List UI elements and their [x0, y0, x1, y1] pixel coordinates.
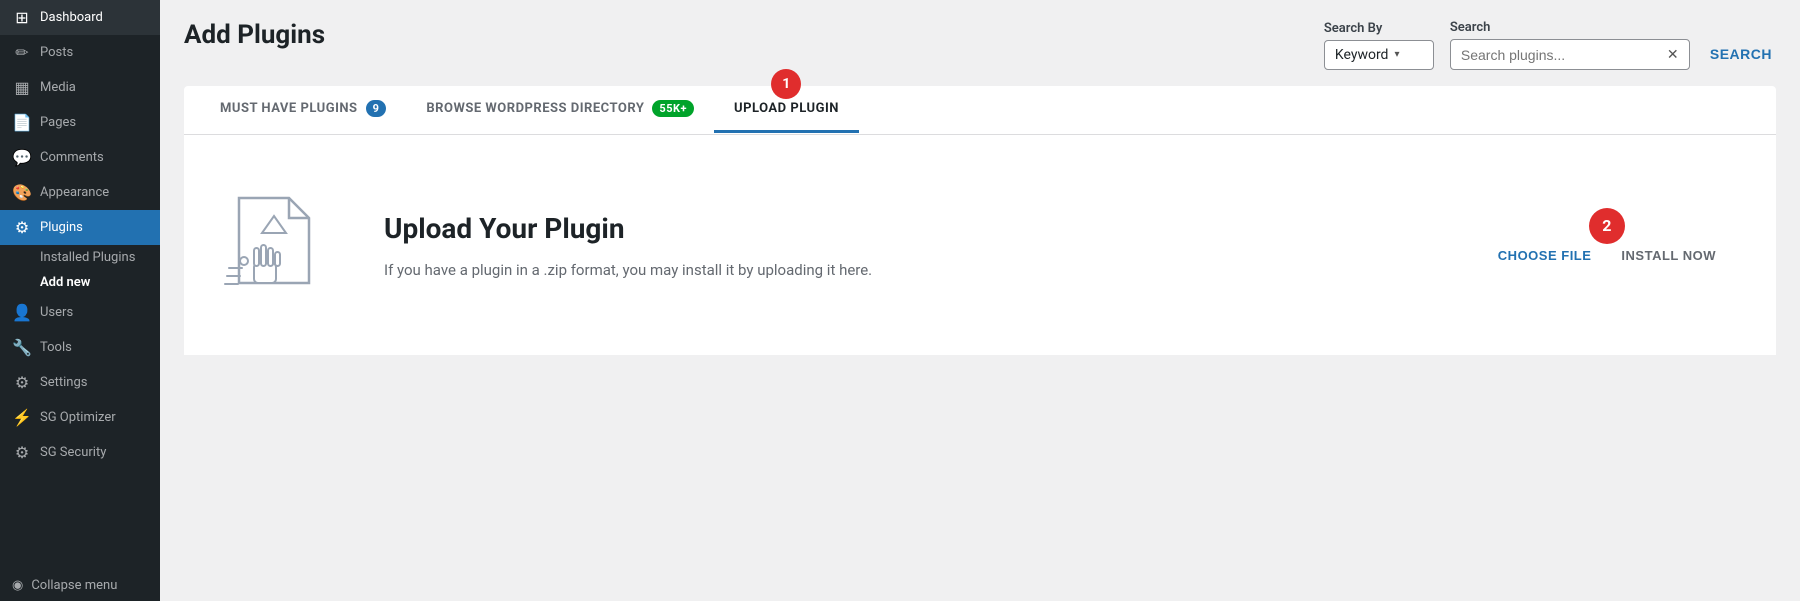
- sidebar-item-pages[interactable]: 📄 Pages: [0, 105, 160, 140]
- comments-icon: 💬: [12, 148, 32, 167]
- sidebar-item-tools[interactable]: 🔧 Tools: [0, 330, 160, 365]
- appearance-icon: 🎨: [12, 183, 32, 202]
- sidebar-item-label: Settings: [40, 375, 87, 390]
- sg-optimizer-icon: ⚡: [12, 408, 32, 427]
- tab-must-have[interactable]: MUST HAVE PLUGINS 9: [200, 86, 406, 134]
- search-group: Search ✕: [1450, 20, 1690, 70]
- install-now-button[interactable]: INSTALL NOW: [1621, 248, 1716, 263]
- sidebar-item-settings[interactable]: ⚙ Settings: [0, 365, 160, 400]
- sidebar-sub-add-new[interactable]: Add new: [0, 270, 160, 295]
- tabs: MUST HAVE PLUGINS 9 BROWSE WORDPRESS DIR…: [184, 86, 1776, 134]
- main-content: Add Plugins Search By Keyword ▾ Search ✕…: [160, 0, 1800, 601]
- sidebar-item-label: Plugins: [40, 220, 83, 235]
- sidebar-item-dashboard[interactable]: ⊞ Dashboard: [0, 0, 160, 35]
- media-icon: ▦: [12, 78, 32, 97]
- choose-file-button[interactable]: CHOOSE FILE: [1498, 248, 1592, 263]
- sidebar-item-label: Dashboard: [40, 10, 103, 25]
- tools-icon: 🔧: [12, 338, 32, 357]
- search-area: Search By Keyword ▾ Search ✕ SEARCH: [1324, 20, 1776, 70]
- plugins-submenu: Installed Plugins Add new: [0, 245, 160, 295]
- collapse-icon: ◉: [12, 578, 23, 593]
- dashboard-icon: ⊞: [12, 8, 32, 27]
- sub-item-label: Add new: [40, 275, 90, 290]
- search-by-group: Search By Keyword ▾: [1324, 21, 1434, 70]
- chevron-down-icon: ▾: [1394, 49, 1399, 60]
- sidebar-item-label: SG Security: [40, 445, 106, 460]
- upload-icon-area: [224, 188, 344, 302]
- sub-item-label: Installed Plugins: [40, 250, 135, 265]
- search-input-wrap: ✕: [1450, 39, 1690, 70]
- sidebar-item-label: SG Optimizer: [40, 410, 116, 425]
- plugin-upload-icon: [224, 188, 324, 298]
- sidebar-item-label: Users: [40, 305, 73, 320]
- sidebar-item-sg-optimizer[interactable]: ⚡ SG Optimizer: [0, 400, 160, 435]
- pages-icon: 📄: [12, 113, 32, 132]
- header-row: Add Plugins Search By Keyword ▾ Search ✕…: [184, 20, 1776, 70]
- upload-actions: 2 CHOOSE FILE INSTALL NOW: [1498, 228, 1716, 263]
- search-button[interactable]: SEARCH: [1706, 40, 1776, 68]
- sidebar-item-plugins[interactable]: ⚙ Plugins: [0, 210, 160, 245]
- sidebar-item-media[interactable]: ▦ Media: [0, 70, 160, 105]
- tab-upload-label: UPLOAD PLUGIN: [734, 101, 839, 116]
- keyword-select[interactable]: Keyword ▾: [1324, 40, 1434, 70]
- settings-icon: ⚙: [12, 373, 32, 392]
- sidebar-item-label: Comments: [40, 150, 104, 165]
- tab-upload[interactable]: 1 UPLOAD PLUGIN: [714, 87, 859, 133]
- sidebar-item-label: Pages: [40, 115, 76, 130]
- tab-must-have-badge: 9: [366, 100, 387, 117]
- tab-browse-label: BROWSE WORDPRESS DIRECTORY: [426, 101, 644, 116]
- plugins-icon: ⚙: [12, 218, 32, 237]
- tab-circle-1: 1: [771, 69, 801, 99]
- sidebar-item-comments[interactable]: 💬 Comments: [0, 140, 160, 175]
- sidebar: ⊞ Dashboard ✏ Posts ▦ Media 📄 Pages 💬 Co…: [0, 0, 160, 601]
- upload-title: Upload Your Plugin: [384, 212, 1458, 245]
- collapse-menu-button[interactable]: ◉ Collapse menu: [0, 570, 160, 601]
- sidebar-item-sg-security[interactable]: ⚙ SG Security: [0, 435, 160, 470]
- circle-2: 2: [1589, 208, 1625, 244]
- page-title: Add Plugins: [184, 20, 325, 50]
- tab-browse[interactable]: BROWSE WORDPRESS DIRECTORY 55K+: [406, 86, 714, 134]
- tab-browse-badge: 55K+: [652, 100, 694, 117]
- sidebar-item-label: Media: [40, 80, 76, 95]
- sidebar-item-posts[interactable]: ✏ Posts: [0, 35, 160, 70]
- sg-security-icon: ⚙: [12, 443, 32, 462]
- collapse-label: Collapse menu: [31, 578, 117, 593]
- sidebar-item-appearance[interactable]: 🎨 Appearance: [0, 175, 160, 210]
- search-by-label: Search By: [1324, 21, 1434, 36]
- clear-search-button[interactable]: ✕: [1667, 46, 1679, 63]
- search-input[interactable]: [1461, 47, 1661, 63]
- sidebar-item-label: Tools: [40, 340, 72, 355]
- upload-text-area: Upload Your Plugin If you have a plugin …: [384, 212, 1458, 279]
- keyword-label: Keyword: [1335, 47, 1389, 63]
- sidebar-item-users[interactable]: 👤 Users: [0, 295, 160, 330]
- sidebar-item-label: Posts: [40, 45, 73, 60]
- tabs-wrapper: MUST HAVE PLUGINS 9 BROWSE WORDPRESS DIR…: [184, 86, 1776, 135]
- tab-must-have-label: MUST HAVE PLUGINS: [220, 101, 358, 116]
- search-label: Search: [1450, 20, 1690, 35]
- sidebar-item-label: Appearance: [40, 185, 109, 200]
- tabs-and-content: MUST HAVE PLUGINS 9 BROWSE WORDPRESS DIR…: [184, 86, 1776, 355]
- upload-description: If you have a plugin in a .zip format, y…: [384, 261, 1458, 279]
- sidebar-sub-installed-plugins[interactable]: Installed Plugins: [0, 245, 160, 270]
- upload-panel: Upload Your Plugin If you have a plugin …: [184, 135, 1776, 355]
- posts-icon: ✏: [12, 43, 32, 62]
- users-icon: 👤: [12, 303, 32, 322]
- actions-row: CHOOSE FILE INSTALL NOW: [1498, 248, 1716, 263]
